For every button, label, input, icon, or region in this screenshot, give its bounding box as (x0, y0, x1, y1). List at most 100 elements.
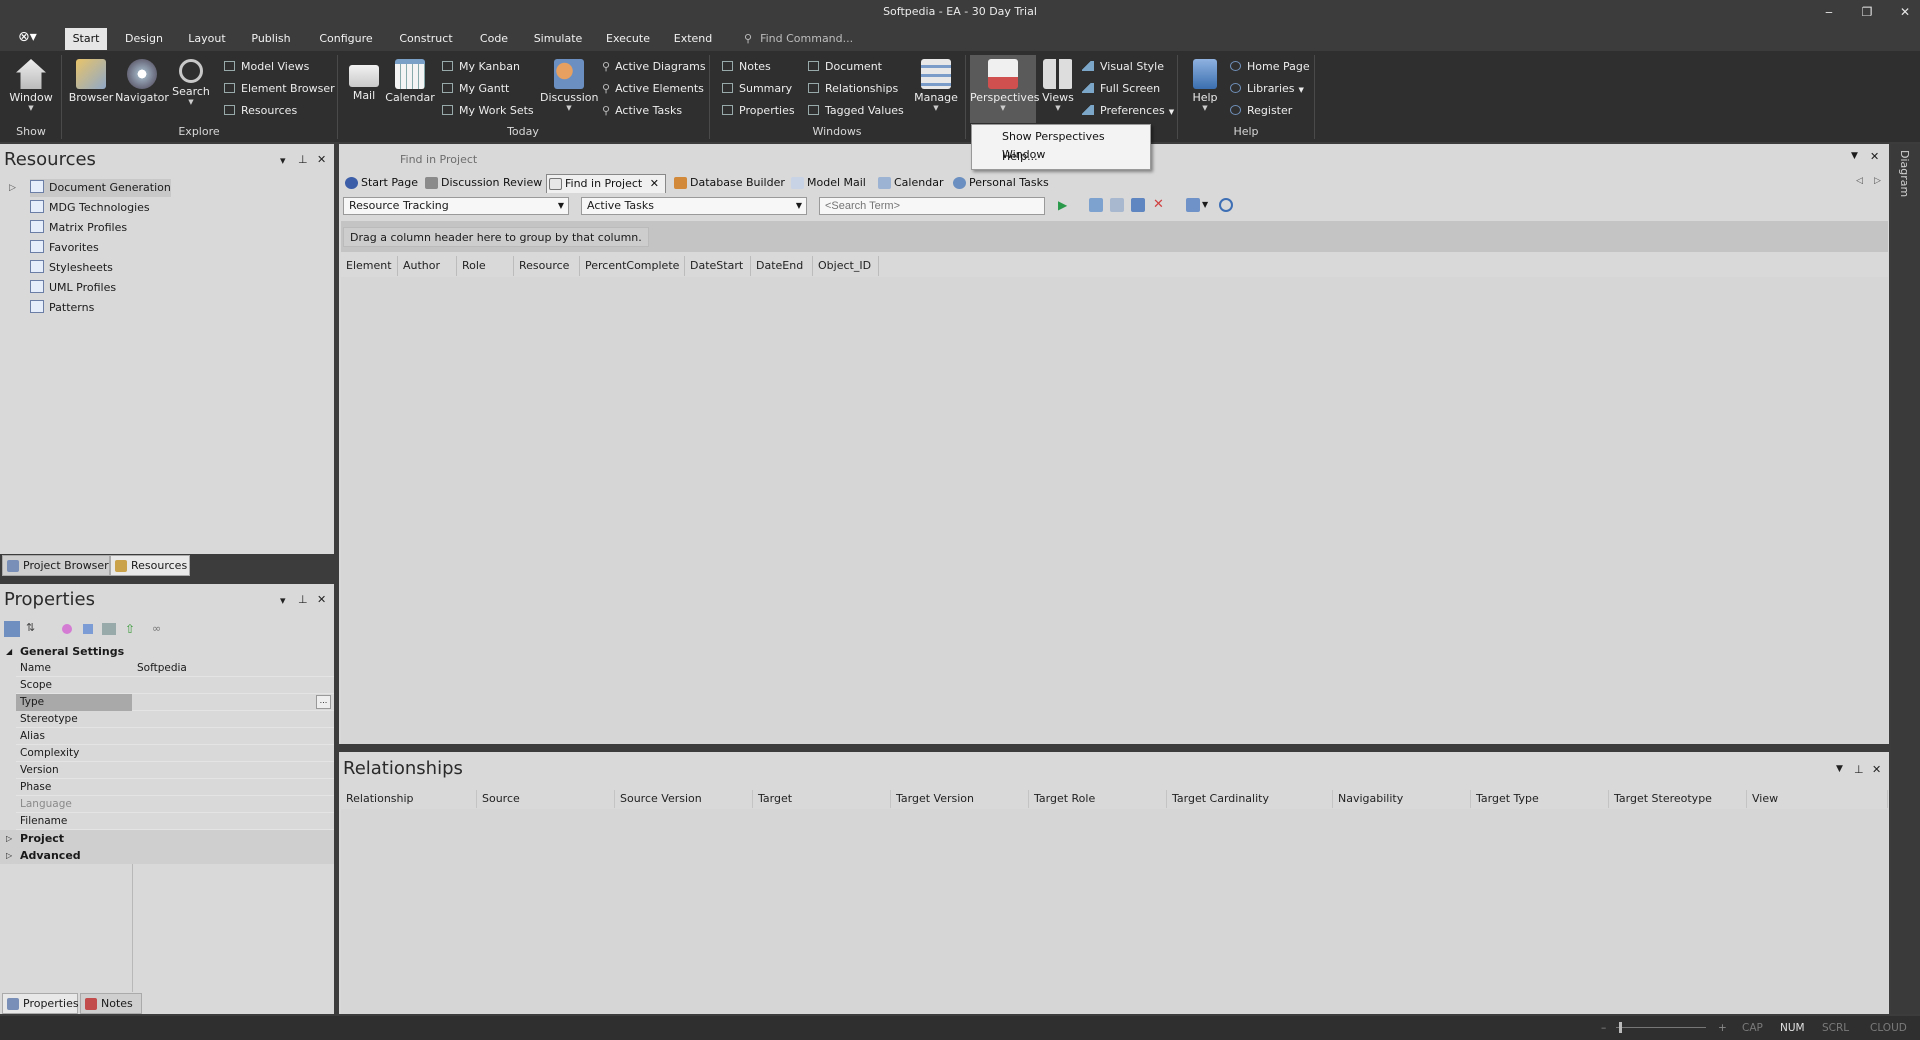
active-elements-button[interactable]: ⚲ Active Elements (602, 80, 704, 98)
property-row-language[interactable]: Language (16, 796, 334, 813)
column-header-relationship[interactable]: Relationship (341, 790, 477, 808)
register-button[interactable]: Register (1230, 102, 1292, 120)
pin-icon[interactable]: ⊥ (298, 593, 308, 606)
column-header-element[interactable]: Element (341, 256, 398, 276)
tab-notes[interactable]: Notes (80, 993, 142, 1014)
summary-button[interactable]: Summary (722, 80, 792, 98)
views-button[interactable]: Views ▼ (1040, 55, 1076, 121)
run-search-icon[interactable]: ▶ (1058, 198, 1072, 212)
active-tasks-button[interactable]: ⚲ Active Tasks (602, 102, 682, 120)
expand-arrow-icon[interactable]: ▷ (9, 183, 16, 193)
minimize-button[interactable]: ‒ (1818, 2, 1840, 22)
property-row-complexity[interactable]: Complexity (16, 745, 334, 762)
perspectives-button[interactable]: Perspectives ▼ (970, 55, 1039, 123)
column-header-resource[interactable]: Resource (514, 256, 580, 276)
notes-button[interactable]: Notes (722, 58, 771, 76)
property-row-scope[interactable]: Scope (16, 677, 334, 694)
close-window-button[interactable]: ✕ (1894, 2, 1916, 22)
tab-calendar[interactable]: Calendar (876, 174, 943, 193)
tree-item-patterns[interactable]: Patterns (30, 299, 94, 317)
copy-search-icon[interactable] (1110, 198, 1124, 212)
visual-style-button[interactable]: Visual Style (1082, 58, 1164, 76)
link-icon[interactable]: ∞ (152, 622, 161, 635)
tab-execute[interactable]: Execute (601, 28, 655, 50)
tab-personal-tasks[interactable]: Personal Tasks (951, 174, 1049, 193)
close-icon[interactable]: ✕ (317, 593, 326, 606)
tree-item-uml-profiles[interactable]: UML Profiles (30, 279, 116, 297)
output-icon[interactable] (1186, 198, 1200, 212)
column-header-source-version[interactable]: Source Version (615, 790, 753, 808)
close-icon[interactable]: ✕ (650, 175, 659, 193)
panel-menu-icon[interactable]: ▾ (280, 594, 286, 607)
zoom-slider-handle[interactable] (1619, 1022, 1622, 1033)
tab-discussion-review[interactable]: Discussion Review (423, 174, 542, 193)
menu-item-show-perspectives-window[interactable]: Show Perspectives Window (1002, 128, 1150, 161)
scroll-left-icon[interactable]: ◁ (1856, 176, 1863, 186)
group-project[interactable]: ▷ Project (0, 830, 334, 847)
tab-start-page[interactable]: Start Page (343, 174, 418, 193)
document-button[interactable]: Document (808, 58, 882, 76)
manage-button[interactable]: Manage ▼ (910, 55, 962, 121)
calendar-button[interactable]: Calendar (385, 55, 435, 121)
column-header-target-role[interactable]: Target Role (1029, 790, 1167, 808)
column-header-navigability[interactable]: Navigability (1333, 790, 1471, 808)
column-header-object-id[interactable]: Object_ID (813, 256, 879, 276)
relationships-window-button[interactable]: Relationships (808, 80, 898, 98)
type-ellipsis-button[interactable]: ... (316, 695, 331, 709)
chevron-down-icon[interactable]: ▼ (1202, 198, 1216, 212)
column-header-target-type[interactable]: Target Type (1471, 790, 1609, 808)
zoom-slider[interactable] (1616, 1027, 1706, 1028)
window-button[interactable]: Window ▼ (6, 55, 56, 121)
results-grid[interactable] (341, 277, 1888, 744)
property-row-alias[interactable]: Alias (16, 728, 334, 745)
tree-item-stylesheets[interactable]: Stylesheets (30, 259, 113, 277)
active-diagrams-button[interactable]: ⚲ Active Diagrams (602, 58, 706, 76)
property-row-name[interactable]: Name Softpedia (16, 660, 334, 677)
tool-icon[interactable] (102, 623, 116, 635)
discussion-button[interactable]: Discussion ▼ (540, 55, 599, 121)
column-header-author[interactable]: Author (398, 256, 457, 276)
search-term-input[interactable] (819, 197, 1045, 215)
panel-menu-icon[interactable]: ▼ (1836, 764, 1843, 774)
edit-search-icon[interactable] (1131, 198, 1145, 212)
tab-code[interactable]: Code (474, 28, 514, 50)
delete-search-icon[interactable]: ✕ (1153, 198, 1167, 212)
close-icon[interactable]: ✕ (1870, 150, 1879, 163)
scroll-right-icon[interactable]: ▷ (1874, 176, 1881, 186)
close-icon[interactable]: ✕ (1872, 763, 1881, 776)
column-header-date-end[interactable]: DateEnd (751, 256, 813, 276)
find-command-box[interactable]: ⚲ Find Command... (744, 28, 944, 50)
column-header-date-start[interactable]: DateStart (685, 256, 751, 276)
group-general-settings[interactable]: ◢ General Settings (0, 643, 334, 660)
help-button[interactable]: Help ▼ (1186, 55, 1224, 121)
group-advanced[interactable]: ▷ Advanced (0, 847, 334, 864)
tab-construct[interactable]: Construct (394, 28, 458, 50)
tab-layout[interactable]: Layout (182, 28, 232, 50)
search-button[interactable]: Search ▼ (170, 55, 212, 121)
tab-properties[interactable]: Properties (2, 993, 79, 1014)
tab-publish[interactable]: Publish (244, 28, 298, 50)
zoom-in-button[interactable]: + (1718, 1016, 1727, 1040)
tagged-values-button[interactable]: Tagged Values (808, 102, 904, 120)
search-builder-icon[interactable] (1089, 198, 1103, 212)
column-header-role[interactable]: Role (457, 256, 514, 276)
model-views-button[interactable]: Model Views (224, 58, 309, 76)
full-screen-button[interactable]: Full Screen (1082, 80, 1160, 98)
tree-item-mdg-technologies[interactable]: MDG Technologies (30, 199, 150, 217)
tree-item-favorites[interactable]: Favorites (30, 239, 99, 257)
element-browser-button[interactable]: Element Browser (224, 80, 335, 98)
property-row-version[interactable]: Version (16, 762, 334, 779)
browser-button[interactable]: Browser (68, 55, 114, 121)
search-scope-select[interactable]: Resource Tracking ▼ (343, 197, 569, 215)
relationships-grid[interactable] (341, 809, 1888, 1014)
property-row-type[interactable]: Type... (16, 694, 334, 711)
my-kanban-button[interactable]: My Kanban (442, 58, 520, 76)
pin-icon[interactable]: ⊥ (1854, 763, 1864, 776)
tab-simulate[interactable]: Simulate (529, 28, 587, 50)
my-work-sets-button[interactable]: My Work Sets (442, 102, 534, 120)
search-name-select[interactable]: Active Tasks ▼ (581, 197, 807, 215)
property-row-stereotype[interactable]: Stereotype (16, 711, 334, 728)
resources-button[interactable]: Resources (224, 102, 297, 120)
tree-item-document-generation[interactable]: Document Generation (30, 179, 171, 197)
properties-window-button[interactable]: Properties (722, 102, 795, 120)
